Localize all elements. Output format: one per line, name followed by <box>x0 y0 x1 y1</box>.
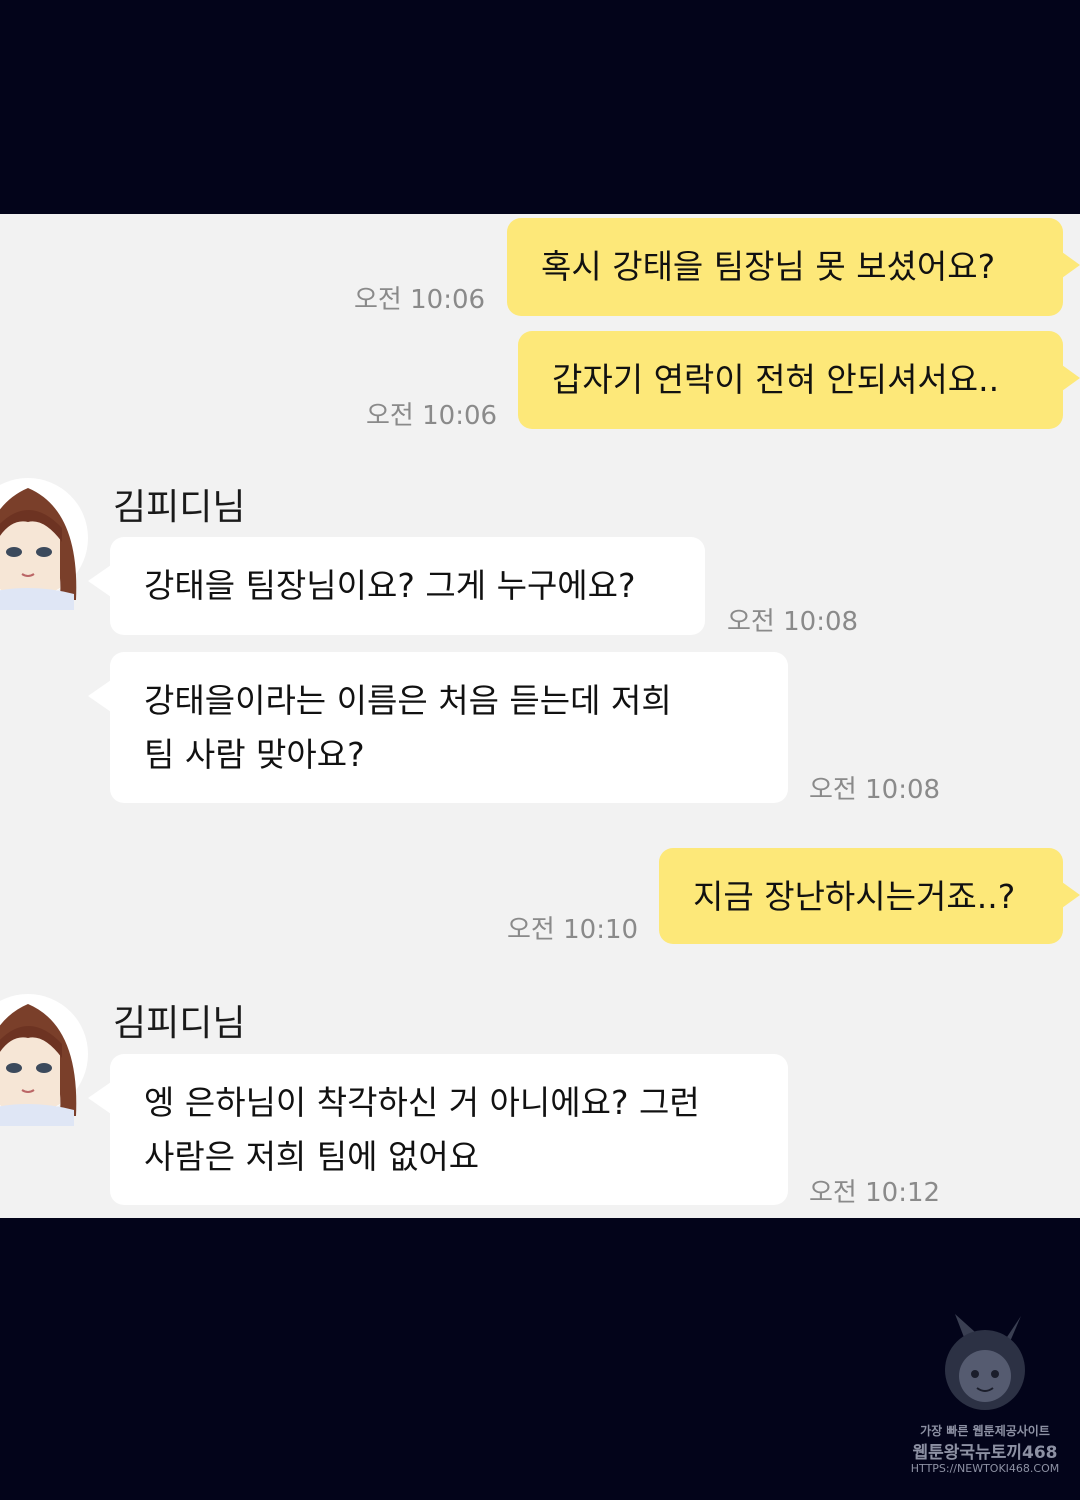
message-text: 혹시 강태을 팀장님 못 보셨어요? <box>541 247 996 286</box>
watermark-line: HTTPS://NEWTOKI468.COM <box>910 1462 1060 1475</box>
message-text-line: 팀 사람 맞아요? <box>144 735 365 774</box>
avatar-portrait-icon[interactable] <box>0 986 88 1126</box>
message-text: 강태을 팀장님이요? 그게 누구에요? <box>144 566 636 605</box>
message-time: 오전 10:06 <box>366 401 498 431</box>
sender-name: 김피디님 <box>113 1003 246 1044</box>
sender-name: 김피디님 <box>113 487 246 528</box>
message-time: 오전 10:08 <box>809 775 941 805</box>
message-text-line: 엥 은하님이 착각하신 거 아니에요? 그런 <box>144 1083 700 1122</box>
my-message-bubble[interactable]: 혹시 강태을 팀장님 못 보셨어요? <box>507 218 1080 316</box>
avatar-portrait-icon[interactable] <box>0 470 88 610</box>
their-message-bubble[interactable]: 엥 은하님이 착각하신 거 아니에요? 그런 사람은 저희 팀에 없어요 <box>88 1054 788 1205</box>
watermark-line: 가장 빠른 웹툰제공사이트 <box>920 1424 1050 1438</box>
message-time: 오전 10:12 <box>809 1178 941 1208</box>
my-message-bubble[interactable]: 지금 장난하시는거죠..? <box>659 848 1080 944</box>
message-time: 오전 10:10 <box>507 915 639 945</box>
my-message-bubble[interactable]: 갑자기 연락이 전혀 안되셔서요.. <box>518 331 1080 429</box>
message-text-line: 사람은 저희 팀에 없어요 <box>144 1137 480 1176</box>
message-text-line: 강태을이라는 이름은 처음 듣는데 저희 <box>144 681 672 720</box>
their-message-bubble[interactable]: 강태을 팀장님이요? 그게 누구에요? <box>88 537 705 635</box>
watermark: 가장 빠른 웹툰제공사이트 웹툰왕국뉴토끼468 HTTPS://NEWTOKI… <box>905 1310 1065 1490</box>
message-text: 지금 장난하시는거죠..? <box>693 877 1016 916</box>
chat-panel: 오전 10:06 혹시 강태을 팀장님 못 보셨어요? 오전 10:06 갑자기… <box>0 214 1080 1218</box>
watermark-line: 웹툰왕국뉴토끼468 <box>912 1443 1058 1463</box>
message-text: 갑자기 연락이 전혀 안되셔서요.. <box>552 360 1000 399</box>
rabbit-girl-mascot-icon <box>945 1314 1025 1410</box>
message-time: 오전 10:06 <box>354 285 486 315</box>
their-message-bubble[interactable]: 강태을이라는 이름은 처음 듣는데 저희 팀 사람 맞아요? <box>88 652 788 803</box>
message-time: 오전 10:08 <box>727 607 859 637</box>
